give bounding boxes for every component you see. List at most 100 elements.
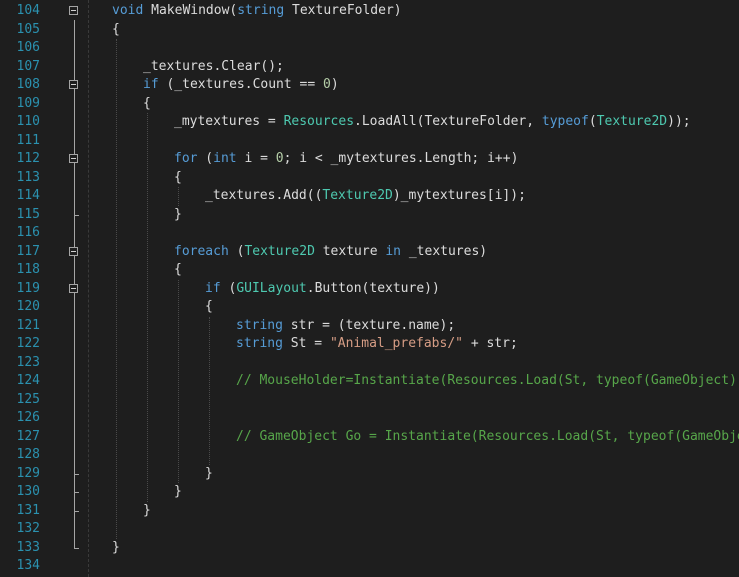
- code-line[interactable]: 109 {: [0, 95, 739, 114]
- code-line[interactable]: 113 {: [0, 169, 739, 188]
- code-line[interactable]: 111: [0, 132, 739, 151]
- line-number: 127: [16, 428, 40, 444]
- line-number: 122: [16, 336, 40, 351]
- code-token: Texture2D: [596, 114, 668, 129]
- code-line[interactable]: 126: [0, 409, 739, 428]
- code-text: foreach (Texture2D texture in _textures): [174, 243, 487, 262]
- code-line[interactable]: 114 _textures.Add((Texture2D)_mytextures[…: [0, 187, 739, 206]
- code-line[interactable]: 130}: [0, 483, 739, 502]
- code-token: if: [143, 77, 159, 92]
- code-line[interactable]: 132: [0, 520, 739, 539]
- code-token: "Animal_prefabs/": [329, 336, 463, 351]
- line-number: 116: [16, 225, 40, 240]
- code-line[interactable]: 117 foreach (Texture2D texture in _textur…: [0, 243, 739, 262]
- code-token: Texture2D: [244, 243, 315, 259]
- code-token: typeof: [541, 114, 589, 129]
- line-number: 111: [16, 132, 40, 148]
- code-token: }: [112, 539, 120, 555]
- code-token: )_mytextures[i]);: [392, 188, 526, 203]
- code-token: _textures.Clear();: [143, 58, 284, 74]
- code-token: i =: [236, 151, 276, 166]
- code-line[interactable]: 105 {: [0, 21, 739, 40]
- code-text: _textures.Add((Texture2D)_mytextures[i])…: [205, 187, 526, 206]
- code-line[interactable]: 110 _mytextures = Resources.LoadAll(Textu…: [0, 113, 739, 132]
- code-text: if (GUILayout.Button(texture)): [205, 280, 440, 299]
- code-line[interactable]: 133}: [0, 539, 739, 558]
- code-line[interactable]: 127 // GameObject Go = Instantiate(Resour…: [0, 428, 739, 447]
- code-line[interactable]: 122 string St = "Animal_prefabs/" + str;: [0, 335, 739, 354]
- code-editor[interactable]: 104 void MakeWindow(string TextureFolder)…: [0, 0, 739, 577]
- collapse-icon[interactable]: [69, 154, 78, 163]
- code-text: }: [205, 465, 213, 484]
- code-text: {: [143, 95, 151, 114]
- code-token: ): [330, 77, 339, 92]
- code-text: // MouseHolder=Instantiate(Resources.Loa…: [236, 372, 739, 391]
- code-text: {: [112, 21, 120, 40]
- code-line[interactable]: 115}: [0, 206, 739, 225]
- collapse-icon[interactable]: [69, 283, 78, 293]
- collapse-icon[interactable]: [69, 6, 78, 15]
- code-token: _mytextures =: [174, 114, 284, 129]
- code-token: (: [588, 114, 597, 129]
- line-number: 130: [16, 484, 40, 499]
- code-line[interactable]: 112 for (int i = 0; i < _mytextures.Lengt…: [0, 150, 739, 169]
- code-line[interactable]: 124 // MouseHolder=Instantiate(Resources.…: [0, 372, 739, 391]
- code-token: }: [174, 206, 182, 222]
- line-number: 129: [16, 465, 40, 481]
- code-text: string str = (texture.name);: [236, 317, 455, 336]
- code-line[interactable]: 106: [0, 39, 739, 58]
- line-number: 118: [16, 262, 40, 277]
- line-number: 108: [16, 77, 40, 92]
- code-line[interactable]: 119 if (GUILayout.Button(texture)): [0, 280, 739, 299]
- line-number: 123: [16, 354, 40, 370]
- code-token: _textures): [401, 243, 488, 259]
- code-text: _textures.Clear();: [143, 58, 284, 77]
- code-token: string: [236, 336, 283, 351]
- code-line[interactable]: 123: [0, 354, 739, 373]
- line-number: 104: [16, 3, 40, 18]
- code-text: _mytextures = Resources.LoadAll(TextureF…: [174, 113, 691, 132]
- line-number: 133: [16, 539, 40, 555]
- code-token: string: [236, 317, 283, 333]
- line-number: 112: [16, 151, 40, 166]
- code-line[interactable]: 120 {: [0, 298, 739, 317]
- code-line[interactable]: 107 _textures.Clear();: [0, 58, 739, 77]
- code-line[interactable]: 118 {: [0, 261, 739, 280]
- code-token: string: [237, 3, 285, 18]
- line-number: 115: [16, 206, 40, 222]
- code-line[interactable]: 104 void MakeWindow(string TextureFolder): [0, 2, 739, 21]
- code-line[interactable]: 134: [0, 557, 739, 576]
- code-line[interactable]: 108 if (_textures.Count == 0): [0, 76, 739, 95]
- code-token: 0: [323, 77, 331, 92]
- code-token: {: [174, 169, 182, 185]
- code-token: Texture2D: [322, 188, 393, 203]
- code-text: void MakeWindow(string TextureFolder): [112, 2, 402, 21]
- code-line[interactable]: 125: [0, 391, 739, 410]
- code-token: Resources: [283, 114, 355, 129]
- code-token: }: [205, 465, 213, 481]
- line-number: 106: [16, 40, 40, 55]
- code-text: {: [205, 298, 213, 317]
- line-number: 107: [16, 58, 40, 74]
- code-text: }: [143, 502, 151, 521]
- line-number: 124: [16, 373, 40, 388]
- collapse-icon[interactable]: [69, 80, 78, 89]
- code-line[interactable]: 121 string str = (texture.name);: [0, 317, 739, 336]
- line-number: 134: [16, 558, 40, 573]
- line-number: 110: [16, 114, 40, 129]
- code-line[interactable]: 116: [0, 224, 739, 243]
- code-token: for: [174, 151, 198, 166]
- code-line[interactable]: 129}: [0, 465, 739, 484]
- code-text: if (_textures.Count == 0): [143, 76, 339, 95]
- code-token: .LoadAll(TextureFolder,: [354, 114, 542, 129]
- code-line[interactable]: 128: [0, 446, 739, 465]
- line-number: 126: [16, 410, 40, 425]
- code-line[interactable]: 131}: [0, 502, 739, 521]
- code-token: texture: [314, 243, 386, 259]
- collapse-icon[interactable]: [69, 246, 78, 256]
- code-token: // GameObject Go = Instantiate(Resources…: [236, 428, 739, 444]
- line-number: 113: [16, 169, 40, 185]
- line-number: 125: [16, 391, 40, 407]
- code-token: + str;: [463, 336, 518, 351]
- code-text: {: [174, 261, 182, 280]
